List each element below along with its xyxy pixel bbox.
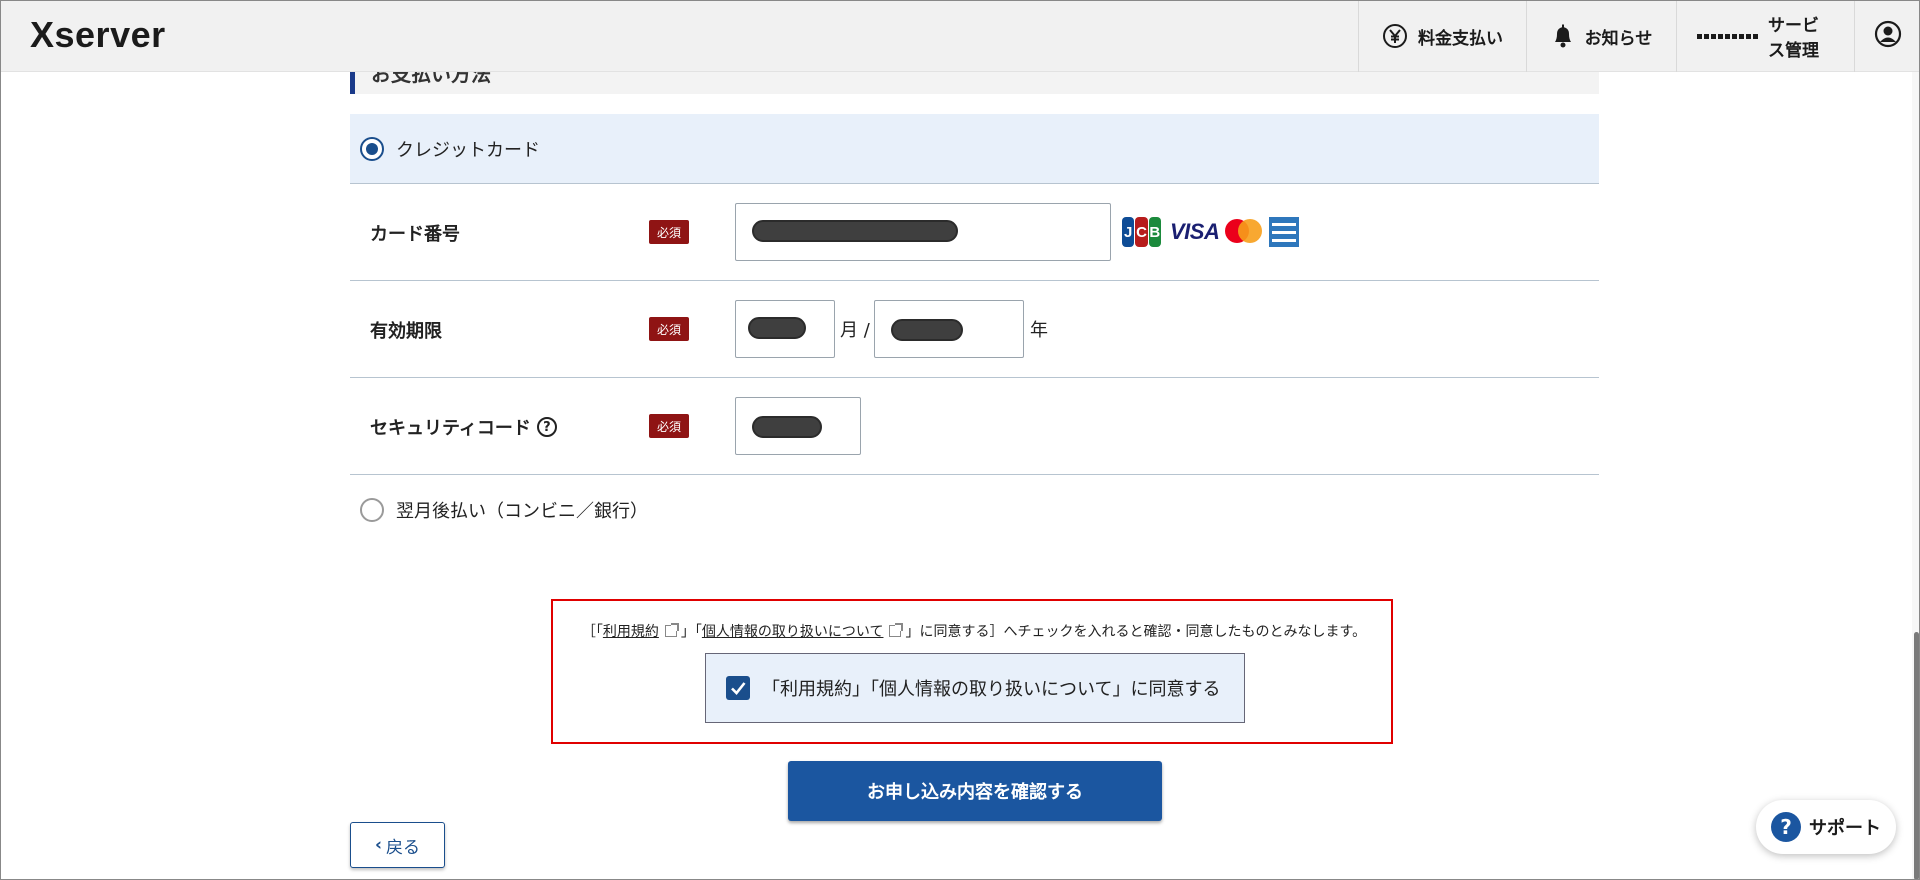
bell-icon [1551,23,1575,49]
checkmark-icon [731,682,746,695]
later-label: 翌月後払い（コンビニ／銀行） [396,501,648,522]
nav-notice[interactable]: お知らせ [1526,0,1676,72]
xserver-logo[interactable]: Xserver [30,14,166,56]
nav-service-management[interactable]: サービス管理 [1676,0,1854,72]
card-number-label: カード番号 [370,224,460,245]
security-code-label-group: セキュリティコード ? [370,414,557,440]
expiry-month-input[interactable] [735,300,835,358]
payment-method-title: お支払い方法 [371,72,491,86]
account-icon [1874,20,1902,53]
expiry-year-input[interactable] [874,300,1024,358]
card-number-input[interactable] [735,203,1111,261]
privacy-link[interactable]: 個人情報の取り扱いについて [702,624,884,640]
masked-value [752,220,958,242]
grid-icon [1697,33,1758,39]
year-unit: 年 [1030,320,1048,341]
mastercard-logo [1225,219,1263,245]
nav-service-label: サービス管理 [1768,16,1819,61]
payment-option-credit[interactable]: クレジットカード [350,114,1599,184]
back-button[interactable]: ‹ 戻る [350,822,445,868]
help-icon[interactable]: ? [536,417,557,437]
external-link-icon [889,623,904,637]
scrollbar-thumb[interactable] [1914,632,1919,880]
agree-checkbox-label: 「利用規約」「個人情報の取り扱いについて」に同意する [762,679,1221,700]
payment-method-heading: お支払い方法 [350,72,1599,94]
nav-payment[interactable]: 料金支払い [1358,0,1526,72]
question-icon: ? [1771,812,1801,842]
nav-notice-label: お知らせ [1584,28,1653,49]
support-button[interactable]: ? サポート [1756,800,1896,854]
security-code-input[interactable] [735,397,861,455]
confirm-application-button[interactable]: お申し込み内容を確認する [788,761,1162,821]
agreement-mid: 」「 [680,624,702,640]
jcb-logo: JCB [1122,217,1162,247]
terms-link[interactable]: 利用規約 [603,624,659,640]
security-code-label: セキュリティコード [370,418,531,439]
credit-radio[interactable] [360,136,384,161]
security-code-row: セキュリティコード ? 必須 [350,378,1599,475]
masked-value [891,319,963,341]
expiry-label: 有効期限 [370,321,442,342]
external-link-icon [664,623,679,637]
month-unit: 月 / [840,320,870,341]
masked-value [748,317,806,339]
card-number-row: カード番号 必須 JCB VISA [350,184,1599,281]
agreement-box: ［「利用規約 」「個人情報の取り扱いについて 」に同意する］へチェックを入れると確認… [551,599,1393,744]
support-label: サポート [1809,818,1881,839]
masked-value [752,416,822,438]
nav-account[interactable] [1854,0,1920,72]
top-header: Xserver 料金支払い お知らせ サービス管理 [0,0,1920,72]
agree-checkbox[interactable] [726,676,750,700]
card-brand-logos: JCB VISA [1122,217,1300,247]
credit-label: クレジットカード [396,139,540,161]
header-nav: 料金支払い お知らせ サービス管理 [1358,0,1920,72]
required-badge: 必須 [649,317,689,341]
later-radio[interactable] [360,498,384,522]
required-badge: 必須 [649,414,689,438]
agreement-bracket-open: ［「 [581,624,603,640]
amex-logo [1269,217,1300,247]
back-label: 戻る [386,837,420,858]
agreement-text: ［「利用規約 」「個人情報の取り扱いについて 」に同意する］へチェックを入れると確認… [553,621,1395,641]
required-badge: 必須 [649,220,689,244]
chevron-left-icon: ‹ [374,835,382,855]
agreement-tail: 」に同意する］へチェックを入れると確認・同意したものとみなします。 [905,624,1367,640]
nav-payment-label: 料金支払い [1418,28,1503,49]
yen-circle-icon [1382,23,1408,49]
visa-logo: VISA [1170,219,1220,244]
agree-checkbox-row[interactable]: 「利用規約」「個人情報の取り扱いについて」に同意する [705,653,1245,723]
expiry-row: 有効期限 必須 月 / 年 [350,281,1599,378]
payment-option-later[interactable]: 翌月後払い（コンビニ／銀行） [350,482,1599,538]
